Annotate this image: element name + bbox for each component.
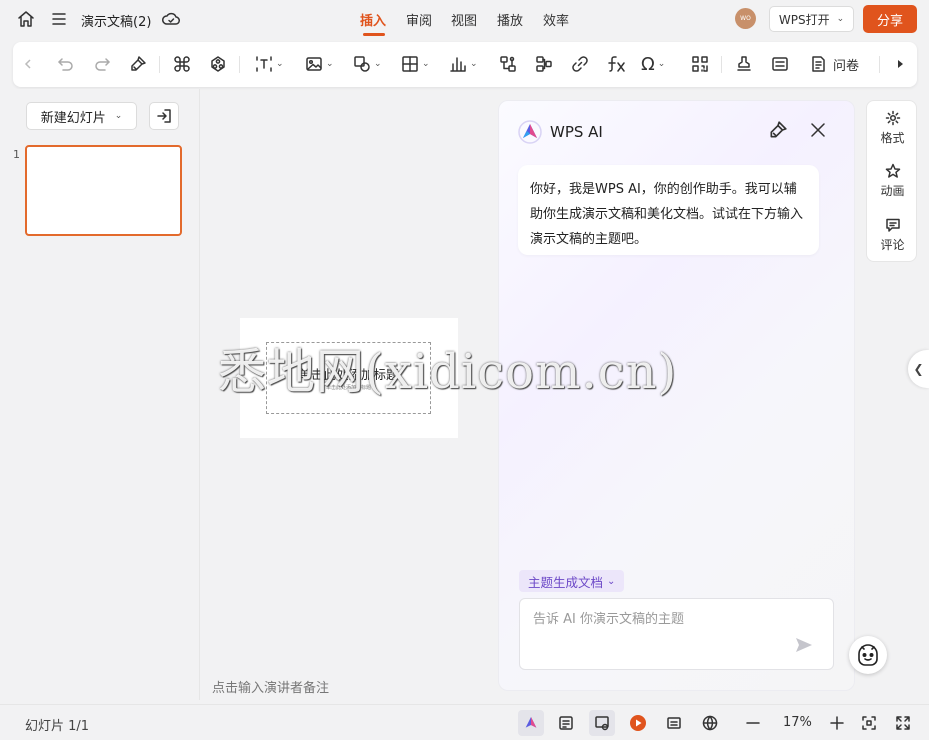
star-icon <box>885 163 900 178</box>
play-slideshow-icon[interactable] <box>627 712 649 734</box>
clear-chat-icon[interactable] <box>768 120 788 140</box>
hyperlink-icon[interactable] <box>571 54 589 74</box>
side-format-label: 格式 <box>880 131 905 145</box>
questionnaire-button[interactable]: 问卷 <box>809 54 859 74</box>
generation-mode-dropdown[interactable]: 主题生成文档 ⌄ <box>519 570 625 592</box>
side-comment-button[interactable]: 评论 <box>867 217 918 253</box>
ribbon-toolbar: ⌄ ⌄ ⌄ ⌄ ⌄ Ω ⌄ 问卷 <box>13 42 917 87</box>
tab-view[interactable]: 视图 <box>451 10 477 29</box>
slide-number: 1 <box>13 148 20 161</box>
ai-prompt-placeholder: 告诉 AI 你演示文稿的主题 <box>533 612 684 627</box>
ai-greeting-message: 你好，我是WPS AI，你的创作助手。我可以辅助你生成演示文稿和美化文档。试试在… <box>518 165 819 255</box>
active-tab-indicator <box>363 33 385 36</box>
smartart-icon[interactable] <box>499 54 517 74</box>
share-button[interactable]: 分享 <box>863 5 917 33</box>
wps-ai-logo-icon <box>518 120 542 144</box>
zoom-out-icon[interactable] <box>742 712 764 734</box>
open-with-wps-label: WPS打开 <box>778 12 830 27</box>
slide-sorter-icon[interactable] <box>589 710 615 736</box>
redo-icon[interactable] <box>93 54 111 74</box>
qrcode-icon[interactable] <box>691 54 709 74</box>
new-slide-label: 新建幻灯片 <box>40 110 106 126</box>
slide-thumbnail[interactable] <box>25 145 182 236</box>
ai-panel-title: WPS AI <box>550 123 603 141</box>
home-icon[interactable] <box>15 8 37 30</box>
textbox-icon[interactable]: ⌄ <box>255 54 284 74</box>
scroll-left-icon[interactable] <box>23 54 33 74</box>
document-title[interactable]: 演示文稿(2) <box>81 11 151 30</box>
slide-count: 幻灯片 1/1 <box>25 719 90 734</box>
flowchart-icon[interactable] <box>535 54 553 74</box>
gear-icon <box>885 110 900 126</box>
stamp-icon[interactable] <box>735 54 753 74</box>
command-icon[interactable] <box>173 54 191 74</box>
send-icon[interactable] <box>795 637 813 653</box>
menu-icon[interactable] <box>48 8 70 30</box>
tab-review[interactable]: 审阅 <box>406 10 432 29</box>
tab-insert[interactable]: 插入 <box>360 10 386 29</box>
table-icon[interactable]: ⌄ <box>401 54 430 74</box>
collapse-panel-icon[interactable]: ❮ <box>908 350 929 388</box>
tab-play[interactable]: 播放 <box>497 10 523 29</box>
chevron-down-icon: ⌄ <box>607 575 616 587</box>
title-placeholder[interactable]: 单击此处添加标题 <box>266 364 431 383</box>
wps-ai-status-icon[interactable] <box>518 710 544 736</box>
zoom-level[interactable]: 17% <box>783 715 812 730</box>
open-with-wps-button[interactable]: WPS打开 ⌄ <box>769 6 854 32</box>
chevron-down-icon: ⌄ <box>836 14 845 24</box>
shape-icon[interactable]: ⌄ <box>353 54 382 74</box>
speaker-notes-placeholder[interactable]: 点击输入演讲者备注 <box>212 677 329 696</box>
import-slide-button[interactable] <box>149 102 179 130</box>
smart-shape-icon[interactable] <box>209 54 227 74</box>
chart-icon[interactable]: ⌄ <box>449 54 478 74</box>
formula-icon[interactable] <box>607 54 627 74</box>
assistant-mascot-icon[interactable] <box>849 636 887 674</box>
subtitle-placeholder[interactable]: 单击此处添加副标题 <box>266 384 431 391</box>
header-footer-icon[interactable] <box>771 54 789 74</box>
comment-icon <box>885 218 900 232</box>
fit-window-icon[interactable] <box>858 712 880 734</box>
avatar[interactable]: WO <box>735 8 756 29</box>
reading-view-icon[interactable] <box>663 712 685 734</box>
symbol-icon[interactable]: Ω ⌄ <box>641 54 665 75</box>
side-animation-button[interactable]: 动画 <box>867 163 918 199</box>
fullscreen-icon[interactable] <box>892 712 914 734</box>
side-format-button[interactable]: 格式 <box>867 110 918 146</box>
normal-view-icon[interactable] <box>555 712 577 734</box>
scroll-right-icon[interactable] <box>895 54 905 74</box>
tab-efficiency[interactable]: 效率 <box>543 10 569 29</box>
property-side-panel: 格式 动画 评论 <box>866 100 917 262</box>
chevron-down-icon: ⌄ <box>114 111 123 121</box>
generation-mode-label: 主题生成文档 <box>528 574 604 590</box>
zoom-in-icon[interactable] <box>826 712 848 734</box>
format-painter-icon[interactable] <box>129 54 147 74</box>
close-icon[interactable] <box>809 121 827 139</box>
import-icon <box>157 109 171 123</box>
questionnaire-label: 问卷 <box>833 58 860 74</box>
new-slide-button[interactable]: 新建幻灯片 ⌄ <box>26 102 137 130</box>
side-comment-label: 评论 <box>880 238 905 252</box>
questionnaire-icon <box>812 56 825 72</box>
cloud-sync-icon[interactable] <box>160 8 182 30</box>
undo-icon[interactable] <box>57 54 75 74</box>
language-icon[interactable] <box>699 712 721 734</box>
side-animation-label: 动画 <box>880 184 905 198</box>
image-icon[interactable]: ⌄ <box>305 54 334 74</box>
